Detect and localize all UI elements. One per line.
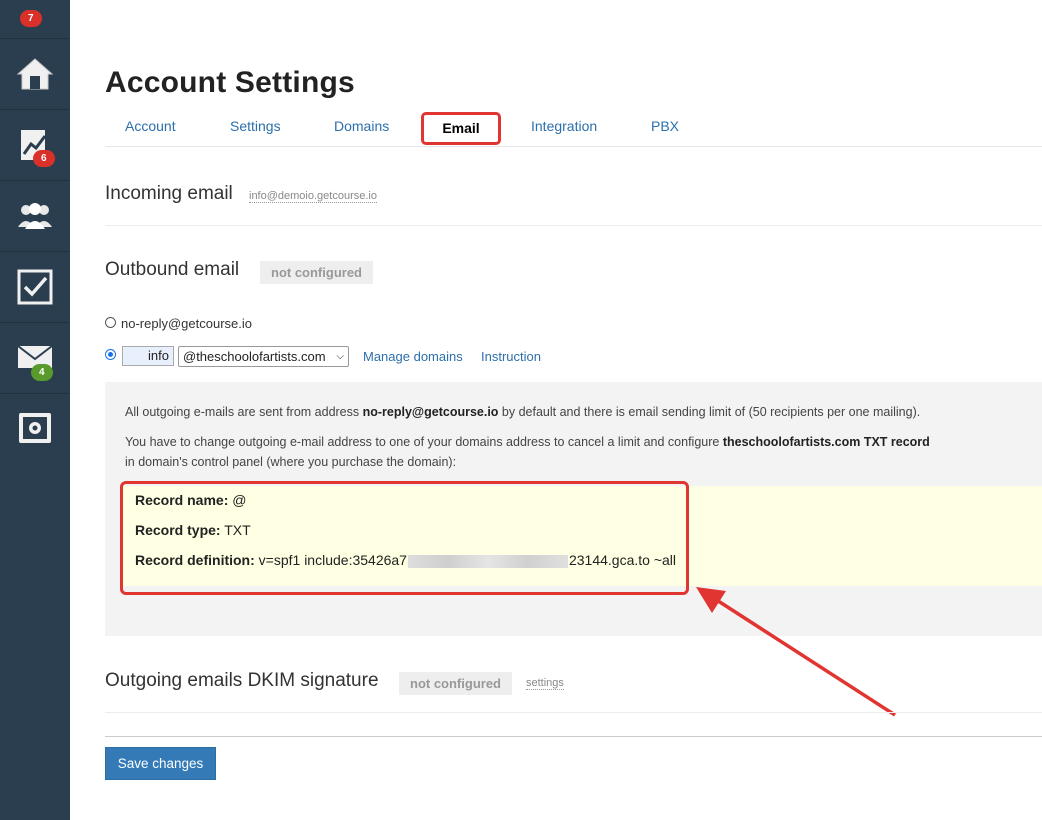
sidebar-item-home[interactable] bbox=[0, 39, 70, 110]
sidebar-item-messages[interactable]: 4 bbox=[0, 323, 70, 394]
tabs: Account Settings Domains Email Integrati… bbox=[105, 112, 1042, 145]
sidebar-item-safe[interactable] bbox=[0, 394, 70, 465]
tab-account[interactable]: Account bbox=[125, 118, 176, 134]
divider bbox=[105, 225, 1042, 226]
chevron-down-icon: ⌵ bbox=[336, 351, 344, 362]
manage-domains-link[interactable]: Manage domains bbox=[363, 349, 463, 364]
sidebar-item-tasks[interactable] bbox=[0, 252, 70, 323]
default-address-label: no-reply@getcourse.io bbox=[121, 316, 252, 331]
messages-badge: 4 bbox=[31, 364, 53, 381]
tab-integration[interactable]: Integration bbox=[531, 118, 597, 134]
dkim-settings-link[interactable]: settings bbox=[526, 677, 564, 690]
tab-domains[interactable]: Domains bbox=[334, 118, 389, 134]
sales-badge: 6 bbox=[33, 150, 55, 167]
incoming-email-title: Incoming email bbox=[105, 183, 233, 204]
dkim-title: Outgoing emails DKIM signature bbox=[105, 670, 379, 691]
radio-default-address[interactable] bbox=[105, 317, 116, 328]
incoming-email-address[interactable]: info@demoio.getcourse.io bbox=[249, 190, 377, 203]
domain-select-value: @theschoolofartists.com bbox=[183, 349, 326, 364]
sidebar-item-sales[interactable]: 6 bbox=[0, 110, 70, 181]
sidebar-item-users[interactable] bbox=[0, 181, 70, 252]
sidebar: 7 6 4 bbox=[0, 0, 70, 820]
outbound-email-title: Outbound email bbox=[105, 259, 240, 280]
tab-divider bbox=[105, 146, 1042, 147]
local-part-input[interactable]: info bbox=[122, 346, 174, 366]
notification-badge[interactable]: 7 bbox=[20, 10, 42, 27]
sidebar-filler bbox=[0, 463, 70, 820]
tab-settings[interactable]: Settings bbox=[230, 118, 281, 134]
tab-pbx[interactable]: PBX bbox=[651, 118, 679, 134]
sidebar-top: 7 bbox=[0, 0, 70, 39]
annotation-arrow bbox=[696, 587, 896, 717]
outbound-status-badge: not configured bbox=[260, 261, 373, 284]
info-line-1: All outgoing e-mails are sent from addre… bbox=[125, 405, 921, 419]
instruction-link[interactable]: Instruction bbox=[481, 349, 541, 364]
record-highlight-box bbox=[120, 481, 689, 595]
save-button[interactable]: Save changes bbox=[105, 747, 216, 780]
checkbox-icon bbox=[17, 269, 53, 305]
home-icon bbox=[16, 58, 54, 90]
divider bbox=[105, 712, 1042, 713]
divider bbox=[105, 736, 1042, 737]
info-line-2: You have to change outgoing e-mail addre… bbox=[125, 435, 930, 449]
safe-icon bbox=[19, 413, 51, 443]
dkim-status-badge: not configured bbox=[399, 672, 512, 695]
page-title: Account Settings bbox=[105, 66, 355, 99]
domain-select[interactable]: @theschoolofartists.com ⌵ bbox=[178, 346, 349, 367]
users-icon bbox=[18, 203, 52, 229]
radio-custom-address[interactable] bbox=[105, 349, 116, 360]
info-line-3: in domain's control panel (where you pur… bbox=[125, 455, 457, 469]
tab-email[interactable]: Email bbox=[421, 112, 501, 145]
